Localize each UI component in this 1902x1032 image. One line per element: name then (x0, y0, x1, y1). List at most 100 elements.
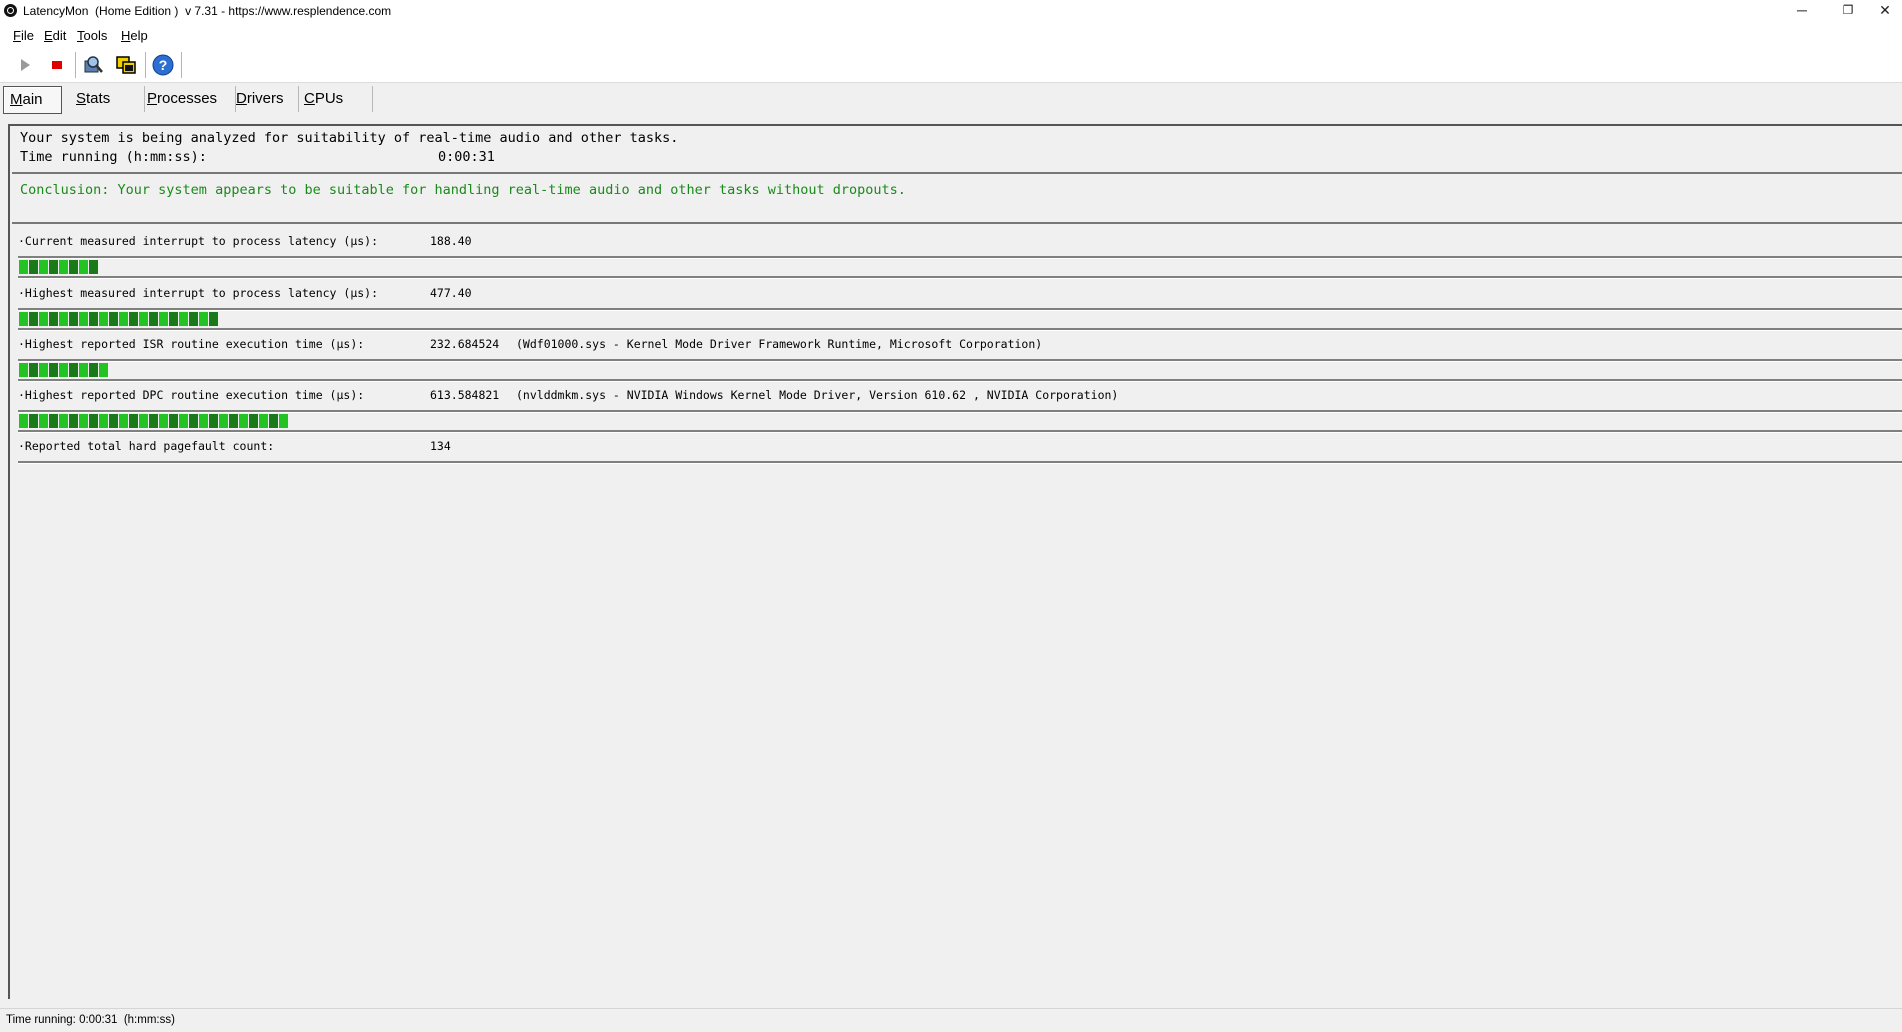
latency-bar-segment (69, 312, 78, 326)
close-button[interactable]: ✕ (1868, 0, 1902, 22)
help-icon[interactable]: ? (151, 53, 175, 77)
latency-bar-segment (79, 363, 88, 377)
menu-edit[interactable]: Edit (44, 28, 66, 43)
status-bar: Time running: 0:00:31 (h:mm:ss) (0, 1008, 1902, 1032)
svg-text:?: ? (159, 57, 168, 73)
windows-icon[interactable] (114, 53, 138, 77)
latency-bar-segment (69, 260, 78, 274)
metric-separator (18, 276, 1902, 279)
latency-bar-segment (39, 312, 48, 326)
latency-bar-segment (89, 312, 98, 326)
latency-bar-segment (209, 414, 218, 428)
latency-bar-segment (69, 414, 78, 428)
metric-label: ·Highest reported ISR routine execution … (18, 337, 365, 351)
drivers-icon[interactable] (81, 53, 105, 77)
latency-bar-segment (79, 260, 88, 274)
latency-bar-segment (79, 414, 88, 428)
metric-value: 232.684524 (430, 337, 500, 351)
latency-bar-segment (89, 260, 98, 274)
metric-separator (18, 379, 1902, 382)
analysis-status-panel: Your system is being analyzed for suitab… (12, 126, 1902, 174)
latency-bar-segment (179, 312, 188, 326)
metrics-panel: ·Current measured interrupt to process l… (10, 226, 1902, 464)
metric-separator (18, 308, 1902, 311)
tab-processes[interactable]: Processes (141, 86, 236, 112)
latency-bar-segment (199, 414, 208, 428)
latency-bar-segment (89, 363, 98, 377)
latency-bar-segment (49, 363, 58, 377)
conclusion-text: Conclusion: Your system appears to be su… (20, 182, 906, 198)
latency-bar-segment (19, 363, 28, 377)
latency-bar-segment (39, 363, 48, 377)
latency-bar-segment (159, 414, 168, 428)
metric-value: 188.40 (430, 234, 472, 248)
latency-bar-segment (49, 414, 58, 428)
latency-bar-segment (59, 312, 68, 326)
latency-bar-segment (179, 414, 188, 428)
latency-bar-segment (29, 414, 38, 428)
toolbar-separator (145, 52, 146, 78)
metric-label: ·Highest measured interrupt to process l… (18, 286, 379, 300)
metric-separator (18, 461, 1902, 464)
tab-main[interactable]: Main (3, 86, 62, 114)
latency-bar-segment (19, 260, 28, 274)
latency-bar-segment (89, 414, 98, 428)
latencymon-app-icon (4, 4, 17, 17)
status-time-running: Time running: 0:00:31 (h:mm:ss) (6, 1014, 175, 1026)
latency-bar-segment (209, 312, 218, 326)
latency-bar-segment (69, 363, 78, 377)
metric-separator (18, 430, 1902, 433)
time-running-label: Time running (h:mm:ss): (20, 149, 207, 165)
menu-tools[interactable]: Tools (77, 28, 107, 43)
latency-bar-segment (119, 414, 128, 428)
latency-bar-segment (99, 414, 108, 428)
latency-bar-segment (159, 312, 168, 326)
menu-file[interactable]: File (13, 28, 34, 43)
metric-separator (18, 328, 1902, 331)
tab-drivers[interactable]: Drivers (230, 86, 299, 112)
stop-icon[interactable] (45, 53, 69, 77)
latency-bar-segment (99, 312, 108, 326)
latency-bar-segment (249, 414, 258, 428)
play-icon[interactable] (13, 53, 37, 77)
toolbar-separator (75, 52, 76, 78)
latency-bar-segment (239, 414, 248, 428)
latency-bar-segment (59, 414, 68, 428)
latency-bar-segment (109, 312, 118, 326)
latency-bar-segment (19, 414, 28, 428)
latency-bar-segment (229, 414, 238, 428)
latency-bar-segment (49, 312, 58, 326)
metric-driver-detail: (nvlddmkm.sys - NVIDIA Windows Kernel Mo… (516, 388, 1119, 402)
latency-bar-segment (139, 312, 148, 326)
metric-value: 613.584821 (430, 388, 500, 402)
minimize-button[interactable]: ─ (1780, 0, 1824, 22)
latency-bar-segment (139, 414, 148, 428)
latency-bar (19, 414, 288, 428)
metric-separator (18, 256, 1902, 259)
time-running-value: 0:00:31 (438, 149, 495, 165)
latency-bar-segment (189, 312, 198, 326)
latency-bar-segment (59, 363, 68, 377)
restore-button[interactable]: ❐ (1826, 0, 1870, 22)
metric-value: 134 (430, 439, 451, 453)
latency-bar-segment (59, 260, 68, 274)
metric-separator (18, 410, 1902, 413)
tab-cpus[interactable]: CPUs (298, 86, 373, 112)
tab-stats[interactable]: Stats (70, 86, 145, 112)
latency-bar-segment (189, 414, 198, 428)
title-bar: LatencyMon (Home Edition ) v 7.31 - http… (0, 0, 1902, 22)
toolbar: ? (0, 48, 1902, 83)
metric-label: ·Highest reported DPC routine execution … (18, 388, 365, 402)
menu-help[interactable]: Help (121, 28, 148, 43)
latency-bar-segment (279, 414, 288, 428)
metric-label: ·Reported total hard pagefault count: (18, 439, 275, 453)
main-panel: Your system is being analyzed for suitab… (8, 124, 1902, 999)
analysis-message: Your system is being analyzed for suitab… (20, 130, 679, 146)
latency-bar-segment (149, 312, 158, 326)
latency-bar-segment (19, 312, 28, 326)
latency-bar-segment (79, 312, 88, 326)
latency-bar-segment (129, 414, 138, 428)
window-title: LatencyMon (Home Edition ) v 7.31 - http… (23, 4, 392, 18)
latency-bar (19, 260, 98, 274)
latency-bar-segment (199, 312, 208, 326)
